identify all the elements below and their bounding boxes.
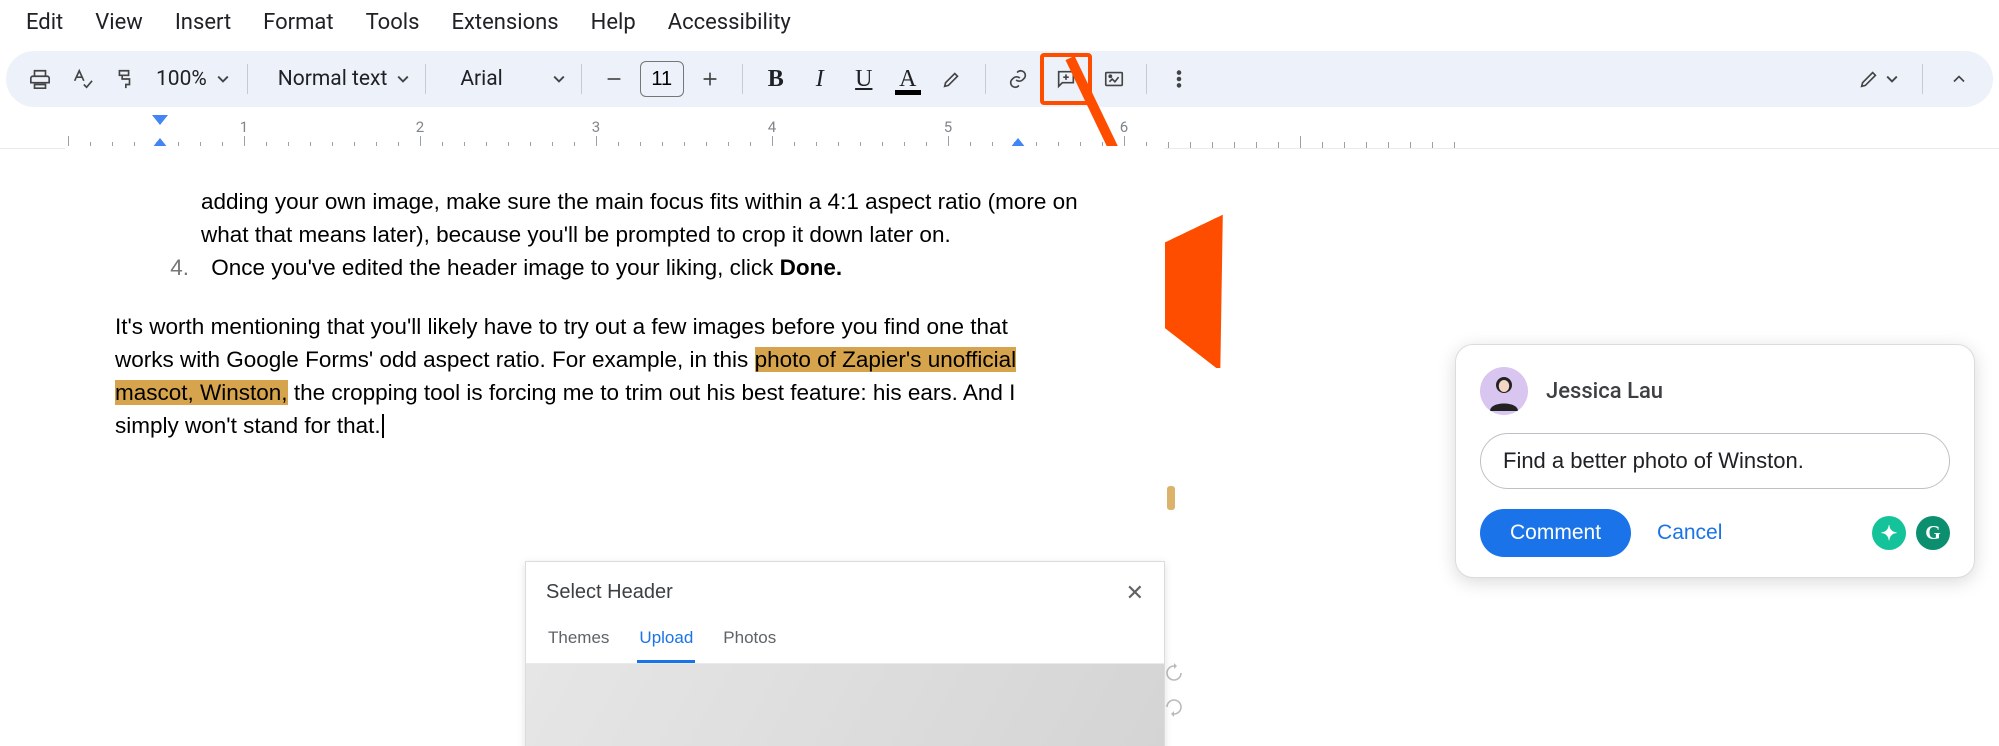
text-color-button[interactable]: A bbox=[887, 58, 929, 100]
list-item: 4. Once you've edited the header image t… bbox=[155, 252, 1105, 283]
avatar bbox=[1480, 367, 1528, 415]
font-size-control bbox=[594, 59, 730, 99]
annotation-highlight-box bbox=[1040, 53, 1092, 105]
comment-author: Jessica Lau bbox=[1546, 379, 1663, 404]
editing-mode-dropdown[interactable] bbox=[1850, 68, 1906, 90]
menu-edit[interactable]: Edit bbox=[10, 4, 79, 41]
text-cursor bbox=[382, 414, 384, 438]
rotate-icon bbox=[1164, 697, 1184, 717]
ruler-number: 1 bbox=[240, 118, 248, 136]
ruler-number: 4 bbox=[768, 118, 776, 136]
zoom-value: 100% bbox=[156, 67, 207, 91]
caret-down-icon bbox=[1886, 70, 1898, 89]
comment-input[interactable] bbox=[1480, 433, 1950, 489]
body-text: works with Google Forms' odd aspect rati… bbox=[115, 344, 1105, 375]
caret-down-icon bbox=[217, 67, 229, 91]
rotate-icon bbox=[1164, 663, 1184, 683]
body-text: works with Google Forms' odd aspect rati… bbox=[115, 347, 755, 372]
highlight-button[interactable] bbox=[931, 58, 973, 100]
comment-cancel-button[interactable]: Cancel bbox=[1651, 520, 1728, 546]
menu-extensions[interactable]: Extensions bbox=[435, 4, 574, 41]
separator bbox=[1922, 64, 1923, 94]
increase-font-icon[interactable] bbox=[690, 59, 730, 99]
spellcheck-icon[interactable] bbox=[62, 59, 102, 99]
decrease-font-icon[interactable] bbox=[594, 59, 634, 99]
font-size-input[interactable] bbox=[640, 61, 684, 97]
body-text-bold: Done. bbox=[780, 255, 843, 280]
paint-format-icon[interactable] bbox=[104, 59, 144, 99]
toolbar: 100% Normal text Arial B I U A bbox=[6, 51, 1993, 107]
print-icon[interactable] bbox=[20, 59, 60, 99]
ruler-number: 6 bbox=[1120, 118, 1128, 136]
body-text: the cropping tool is forcing me to trim … bbox=[288, 380, 1016, 405]
body-text: mascot, Winston, the cropping tool is fo… bbox=[115, 377, 1105, 408]
page-margin-handle[interactable] bbox=[1167, 486, 1175, 510]
horizontal-ruler[interactable]: 1 2 3 4 5 6 bbox=[0, 113, 1999, 149]
font-family-label: Arial bbox=[460, 67, 502, 91]
body-text: adding your own image, make sure the mai… bbox=[155, 186, 1105, 217]
comment-submit-button[interactable]: Comment bbox=[1480, 509, 1631, 557]
tab-upload[interactable]: Upload bbox=[637, 618, 695, 662]
tab-themes[interactable]: Themes bbox=[546, 618, 611, 662]
caret-down-icon bbox=[553, 67, 565, 91]
more-icon[interactable] bbox=[1159, 59, 1199, 99]
zoom-dropdown[interactable]: 100% bbox=[146, 67, 235, 91]
italic-button[interactable]: I bbox=[799, 58, 841, 100]
body-text: Once you've edited the header image to y… bbox=[211, 255, 779, 280]
separator bbox=[247, 64, 248, 94]
separator bbox=[581, 64, 582, 94]
ruler-number: 3 bbox=[592, 118, 600, 136]
body-text: simply won't stand for that. bbox=[115, 413, 381, 438]
menu-bar: Edit View Insert Format Tools Extensions… bbox=[0, 0, 1999, 51]
comment-popup: Jessica Lau Comment Cancel ✦ G bbox=[1455, 344, 1975, 578]
collapse-toolbar-icon[interactable] bbox=[1939, 59, 1979, 99]
font-family-dropdown[interactable]: Arial bbox=[438, 67, 568, 91]
underline-button[interactable]: U bbox=[843, 58, 885, 100]
separator bbox=[742, 64, 743, 94]
insert-image-icon[interactable] bbox=[1094, 59, 1134, 99]
bold-button[interactable]: B bbox=[755, 58, 797, 100]
grammarly-badge-icon[interactable]: ✦ bbox=[1872, 516, 1906, 550]
menu-insert[interactable]: Insert bbox=[159, 4, 247, 41]
separator bbox=[985, 64, 986, 94]
body-text: simply won't stand for that. bbox=[115, 410, 1105, 441]
menu-view[interactable]: View bbox=[79, 4, 159, 41]
document-page: adding your own image, make sure the mai… bbox=[65, 146, 1165, 483]
menu-help[interactable]: Help bbox=[575, 4, 652, 41]
add-comment-icon[interactable] bbox=[1046, 59, 1086, 99]
separator bbox=[1146, 64, 1147, 94]
grammarly-icon[interactable]: G bbox=[1916, 516, 1950, 550]
tab-photos[interactable]: Photos bbox=[721, 618, 778, 662]
separator bbox=[425, 64, 426, 94]
select-header-dialog: Select Header ✕ Themes Upload Photos bbox=[525, 561, 1165, 746]
menu-format[interactable]: Format bbox=[247, 4, 349, 41]
ruler-number: 2 bbox=[416, 118, 424, 136]
close-icon[interactable]: ✕ bbox=[1126, 578, 1144, 608]
insert-link-icon[interactable] bbox=[998, 59, 1038, 99]
paragraph-style-label: Normal text bbox=[278, 67, 388, 91]
crop-handles bbox=[1164, 663, 1184, 717]
menu-tools[interactable]: Tools bbox=[350, 4, 436, 41]
highlighted-text: mascot, Winston, bbox=[115, 380, 288, 405]
menu-accessibility[interactable]: Accessibility bbox=[652, 4, 807, 41]
ruler-number: 5 bbox=[944, 118, 952, 136]
body-text: what that means later), because you'll b… bbox=[155, 219, 1105, 250]
highlighted-text: photo of Zapier's unofficial bbox=[755, 347, 1017, 372]
list-number: 4. bbox=[155, 252, 189, 283]
paragraph-style-dropdown[interactable]: Normal text bbox=[260, 67, 414, 91]
caret-down-icon bbox=[397, 67, 409, 91]
body-text: It's worth mentioning that you'll likely… bbox=[115, 311, 1105, 342]
dialog-title: Select Header bbox=[546, 579, 673, 607]
dialog-body bbox=[526, 664, 1164, 746]
